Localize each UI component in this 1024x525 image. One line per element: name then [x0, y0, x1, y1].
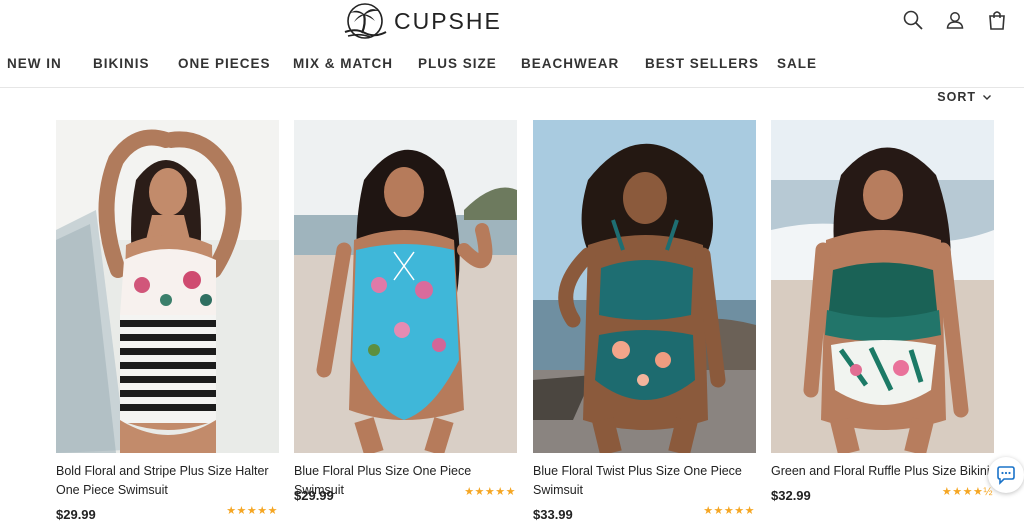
product-photo-1 [56, 120, 279, 453]
cupshe-logo[interactable]: CUPSHE [342, 2, 502, 40]
main-nav: NEW IN BIKINIS ONE PIECES MIX & MATCH PL… [0, 52, 1024, 76]
product-card[interactable]: Blue Floral Plus Size One Piece Swimsuit… [294, 120, 517, 503]
nav-item-sale[interactable]: SALE [777, 56, 817, 71]
product-price: $29.99 [56, 507, 96, 522]
product-price: $29.99 [294, 488, 334, 503]
palm-tree-logo-icon [344, 3, 387, 39]
nav-item-best-sellers[interactable]: BEST SELLERS [645, 56, 759, 71]
chat-button[interactable] [988, 457, 1024, 493]
product-image[interactable] [56, 120, 279, 453]
product-image[interactable] [533, 120, 756, 453]
nav-item-new-in[interactable]: NEW IN [7, 56, 62, 71]
rating-stars: ★★★★½ [941, 486, 993, 498]
logo-text: CUPSHE [394, 7, 502, 34]
product-image[interactable] [294, 120, 517, 453]
product-title[interactable]: Green and Floral Ruffle Plus Size Bikini [771, 462, 994, 481]
account-icon[interactable] [944, 9, 966, 31]
product-price: $33.99 [533, 507, 573, 522]
site-header: CUPSHE [0, 0, 1024, 44]
chat-icon [997, 466, 1015, 485]
product-image[interactable] [771, 120, 994, 453]
product-grid: Bold Floral and Stripe Plus Size Halter … [56, 120, 996, 522]
rating-stars: ★★★★★ [226, 505, 278, 517]
search-icon[interactable] [902, 9, 924, 31]
nav-item-beachwear[interactable]: BEACHWEAR [521, 56, 619, 71]
product-photo-4 [771, 120, 994, 453]
nav-item-one-pieces[interactable]: ONE PIECES [178, 56, 271, 71]
nav-item-plus-size[interactable]: PLUS SIZE [418, 56, 497, 71]
product-card[interactable]: Green and Floral Ruffle Plus Size Bikini… [771, 120, 994, 503]
header-actions [902, 9, 1008, 31]
nav-item-bikinis[interactable]: BIKINIS [93, 56, 150, 71]
sort-dropdown[interactable]: SORT [937, 90, 992, 104]
product-card[interactable]: Bold Floral and Stripe Plus Size Halter … [56, 120, 279, 522]
nav-item-mix-match[interactable]: MIX & MATCH [293, 56, 393, 71]
sort-label: SORT [937, 90, 976, 104]
product-card[interactable]: Blue Floral Twist Plus Size One Piece Sw… [533, 120, 756, 522]
rating-stars: ★★★★★ [703, 505, 755, 517]
product-price: $32.99 [771, 488, 811, 503]
product-title[interactable]: Blue Floral Twist Plus Size One Piece Sw… [533, 462, 756, 500]
bag-icon[interactable] [986, 9, 1008, 31]
product-photo-3 [533, 120, 756, 453]
product-photo-2 [294, 120, 517, 453]
header-divider [0, 87, 1024, 88]
rating-stars: ★★★★★ [464, 486, 516, 498]
product-title[interactable]: Bold Floral and Stripe Plus Size Halter … [56, 462, 279, 500]
chevron-down-icon [983, 95, 991, 100]
